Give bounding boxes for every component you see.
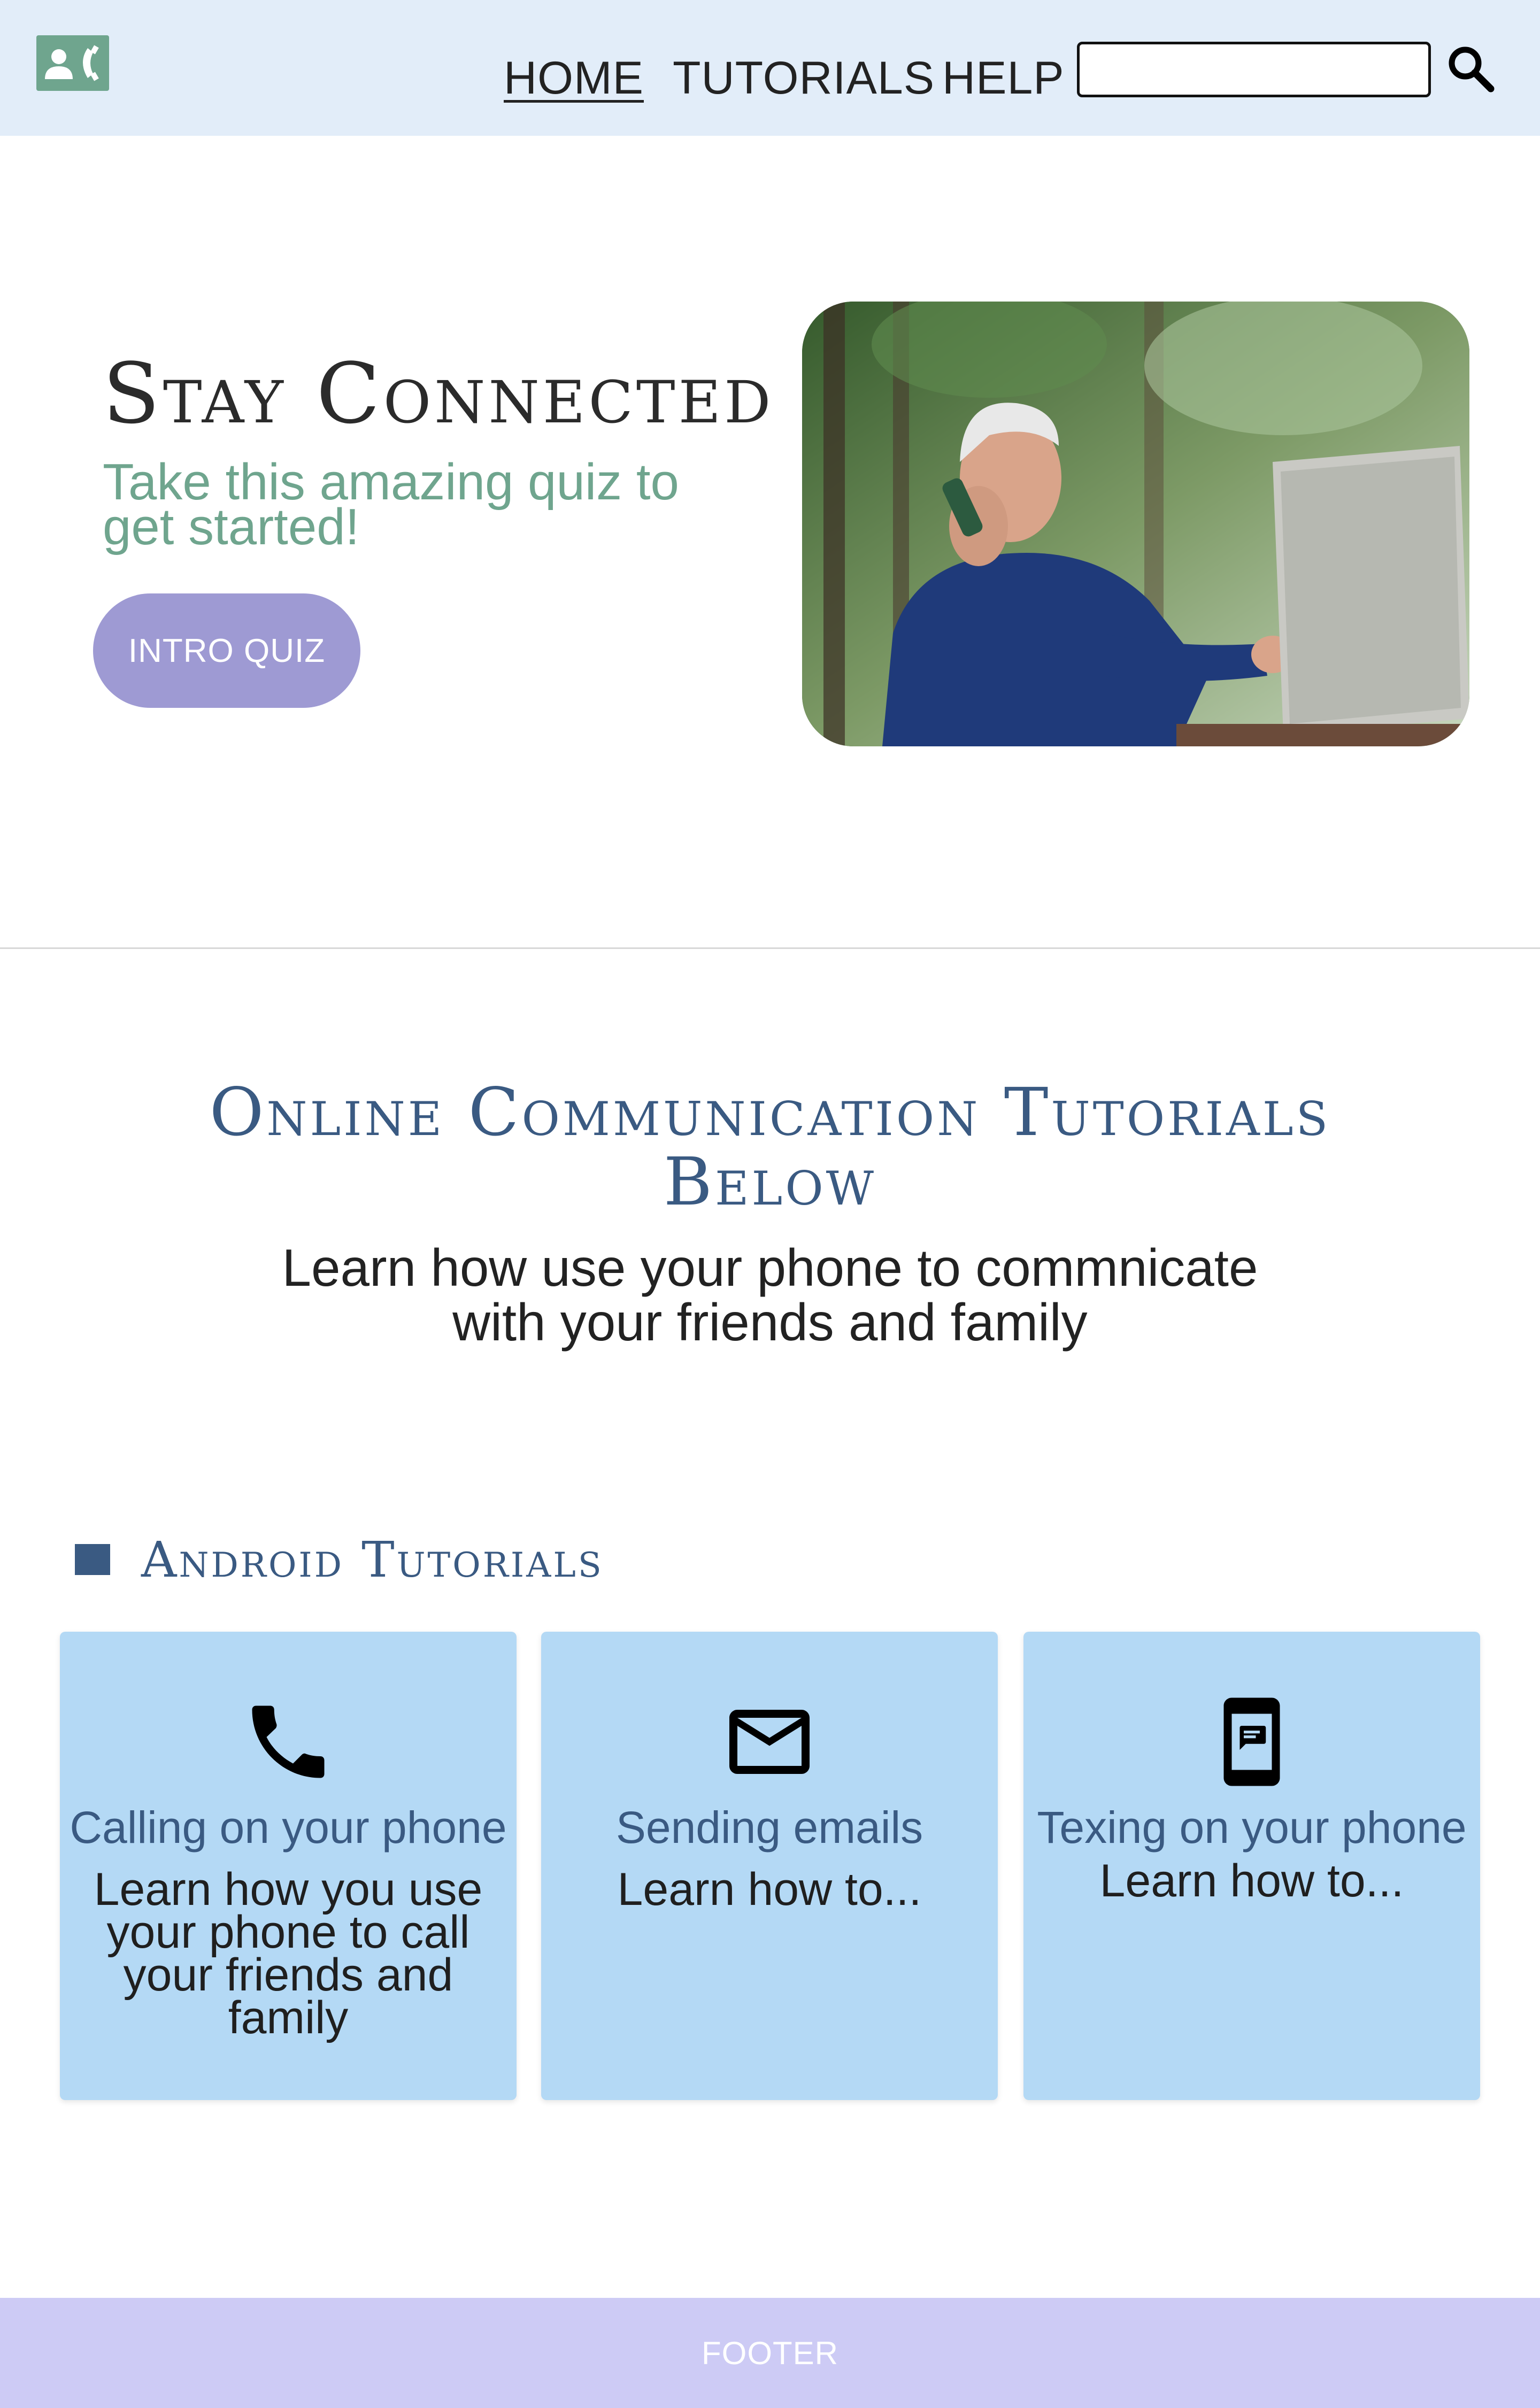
tutorial-card-calling[interactable]: Calling on your phone Learn how you use …: [60, 1632, 517, 2100]
nav-home-link[interactable]: HOME: [504, 51, 644, 105]
contact-phone-logo-icon[interactable]: [36, 35, 109, 91]
tutorial-card-texting[interactable]: Texing on your phone Learn how to...: [1023, 1632, 1480, 2100]
search-input[interactable]: [1077, 42, 1431, 97]
hero-title: Stay Connected: [103, 345, 774, 442]
intro-quiz-button[interactable]: INTRO QUIZ: [93, 593, 360, 708]
card-title: Sending emails: [615, 1802, 923, 1853]
footer-label: FOOTER: [702, 2335, 838, 2371]
nav-help-link[interactable]: HELP: [942, 51, 1065, 105]
section-divider: [0, 947, 1540, 949]
sms-icon: [1023, 1694, 1480, 1790]
card-description: Learn how to...: [617, 1864, 922, 1915]
nav-tutorials-link[interactable]: TUTORIALS: [673, 51, 935, 105]
android-tutorials-heading: Android Tutorials: [141, 1531, 604, 1588]
square-bullet-icon: [75, 1544, 110, 1575]
tutorials-section-title: Online Communication Tutorials Below: [209, 1074, 1331, 1221]
tutorials-section-subtitle: Learn how use your phone to commnicate w…: [282, 1238, 1258, 1352]
card-title: Texing on your phone: [1037, 1802, 1467, 1853]
site-header: HOME TUTORIALS HELP: [0, 0, 1540, 136]
card-description: Learn how you use your phone to call you…: [94, 1864, 483, 2043]
hero-subtitle: Take this amazing quiz to get started!: [103, 453, 679, 555]
tutorial-card-email[interactable]: Sending emails Learn how to...: [541, 1632, 998, 2100]
card-description: Learn how to...: [1099, 1855, 1404, 1907]
search-icon[interactable]: [1444, 42, 1497, 95]
phone-icon: [60, 1694, 517, 1790]
mail-icon: [541, 1694, 998, 1790]
site-footer: FOOTER: [0, 2298, 1540, 2408]
card-title: Calling on your phone: [70, 1802, 507, 1853]
hero-photo: [802, 302, 1469, 746]
